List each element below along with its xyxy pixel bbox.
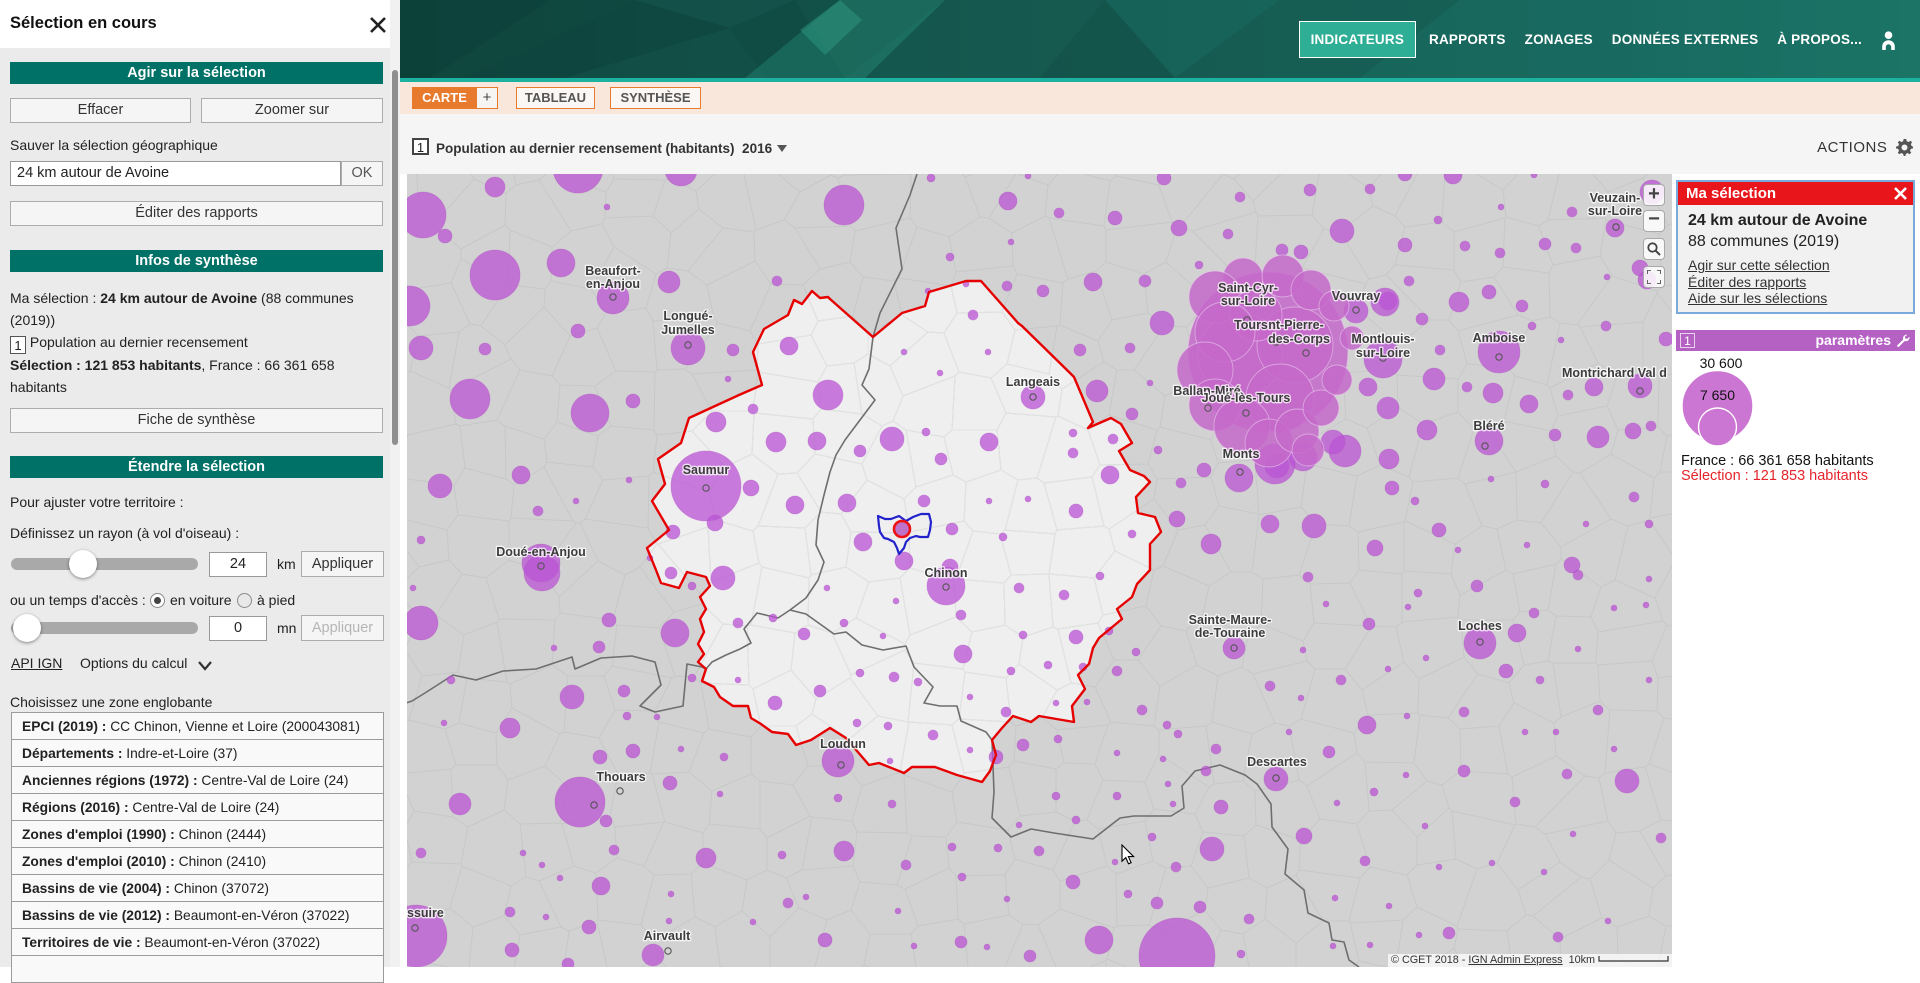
svg-text:Bléré: Bléré [1473,419,1504,433]
svg-text:nt-Pierre-: nt-Pierre- [1268,318,1324,332]
svg-text:Veuzain-: Veuzain- [1590,191,1641,205]
svg-text:Thouars: Thouars [596,770,645,784]
svg-text:en-Anjou: en-Anjou [586,277,640,291]
svg-text:Jumelles: Jumelles [661,323,715,337]
svg-text:Saumur: Saumur [683,463,730,477]
svg-text:Joué-lès-Tours: Joué-lès-Tours [1202,391,1291,405]
svg-text:Sainte-Maure-: Sainte-Maure- [1189,613,1272,627]
svg-text:Beaufort-: Beaufort- [585,264,641,278]
svg-text:sur-Loire: sur-Loire [1221,294,1275,308]
svg-text:Loudun: Loudun [820,737,866,751]
svg-text:sur-Loire: sur-Loire [1588,204,1642,218]
svg-text:Loches: Loches [1458,619,1502,633]
svg-text:Descartes: Descartes [1247,755,1307,769]
svg-text:Saint-Cyr-: Saint-Cyr- [1218,281,1278,295]
svg-text:de-Touraine: de-Touraine [1195,626,1266,640]
svg-text:Doué-en-Anjou: Doué-en-Anjou [496,545,586,559]
svg-text:7 650: 7 650 [1700,387,1735,403]
svg-text:Monts: Monts [1223,447,1260,461]
svg-text:Langeais: Langeais [1006,375,1060,389]
svg-text:Longué-: Longué- [663,309,712,323]
svg-text:Amboise: Amboise [1473,331,1526,345]
svg-text:sur-Loire: sur-Loire [1356,346,1410,360]
svg-text:Montlouis-: Montlouis- [1351,332,1414,346]
svg-text:Tours: Tours [1234,318,1268,332]
svg-text:Airvault: Airvault [644,929,691,943]
svg-text:Vouvray: Vouvray [1332,289,1380,303]
svg-text:Bressuire: Bressuire [407,906,444,920]
svg-text:Chinon: Chinon [924,566,967,580]
svg-text:des-Corps: des-Corps [1268,332,1330,346]
svg-text:Montrichard Val d: Montrichard Val d [1562,366,1667,380]
svg-text:30 600: 30 600 [1700,355,1743,371]
